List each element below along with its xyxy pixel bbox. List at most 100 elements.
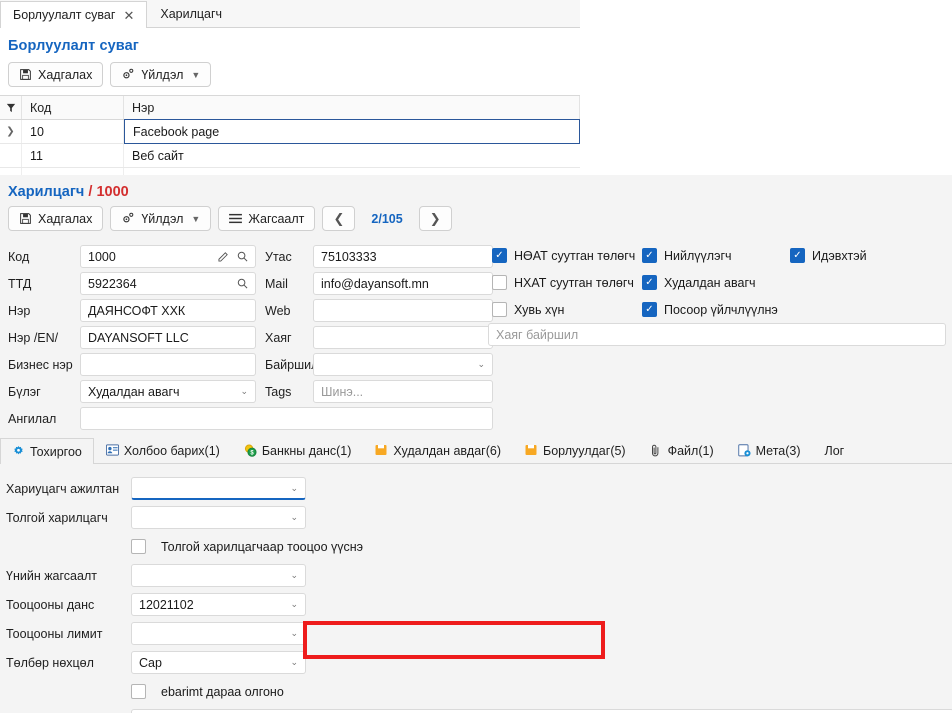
parent-customer-select[interactable]: ⌄ xyxy=(131,506,306,529)
label-responsible-employee: Хариуцагч ажилтан xyxy=(6,481,120,496)
chevron-down-icon: ⌄ xyxy=(290,512,298,522)
checkbox-active[interactable]: Идэвхтэй xyxy=(790,248,867,263)
expand-chevron-icon[interactable]: ❯ xyxy=(0,120,22,143)
label-settlement-account: Тооцооны данс xyxy=(6,597,95,612)
row-payment-term: Төлбөр нөхцөл Cap ⌄ xyxy=(6,648,952,677)
phone-field[interactable]: 75103333 xyxy=(313,245,493,268)
checkbox-label: Нийлүүлэгч xyxy=(664,248,732,263)
save-disk-icon xyxy=(19,212,32,225)
search-icon[interactable] xyxy=(237,278,248,289)
doc-tab-sales-channel[interactable]: Борлуулалт суваг ✕ xyxy=(0,1,148,28)
row-note: Тэмдэглэл Software company xyxy=(6,706,952,713)
checkbox-box[interactable] xyxy=(131,684,146,699)
cell-name: Facebook page xyxy=(124,119,580,144)
responsible-employee-select[interactable]: ⌄ xyxy=(131,477,306,500)
filter-icon[interactable] xyxy=(0,96,22,119)
label-payment-term: Төлбөр нөхцөл xyxy=(6,655,94,670)
cell-code: 11 xyxy=(22,144,124,167)
payment-term-select[interactable]: Cap ⌄ xyxy=(131,651,306,674)
chevron-down-icon: ⌄ xyxy=(290,570,298,580)
group-select[interactable]: Худалдан авагч ⌄ xyxy=(80,380,256,403)
label-name-en: Нэр /EN/ xyxy=(8,330,59,345)
tab-sales[interactable]: Борлуулдаг(5) xyxy=(513,437,638,463)
checkbox-individual[interactable]: Хувь хүн xyxy=(492,302,642,317)
search-icon[interactable] xyxy=(237,251,248,262)
doc-tab-customer[interactable]: Харилцагч xyxy=(147,0,235,27)
checkbox-nhat-payer[interactable]: НХАТ суутган төлөгч xyxy=(492,275,642,290)
list-button[interactable]: Жагсаалт xyxy=(218,206,316,231)
settlement-account-select[interactable]: 12021102 ⌄ xyxy=(131,593,306,616)
name-field[interactable]: ДАЯНСОФТ ХХК xyxy=(80,299,256,322)
list-lines-icon xyxy=(229,213,243,224)
close-icon[interactable]: ✕ xyxy=(123,9,134,22)
checkbox-pos-service[interactable]: Посоор үйлчлүүлнэ xyxy=(642,302,790,317)
orange-box-icon xyxy=(375,444,388,457)
label-web: Web xyxy=(265,303,291,318)
checkbox-box[interactable] xyxy=(492,275,507,290)
registration-number-field[interactable]: 5922364 xyxy=(80,272,256,295)
tags-field[interactable]: Шинэ... xyxy=(313,380,493,403)
table-row[interactable]: 11 Веб сайт xyxy=(0,144,580,168)
paperclip-icon xyxy=(650,444,663,457)
page-title: Харилцагч / 1000 xyxy=(8,184,944,200)
edit-pencil-icon[interactable] xyxy=(218,251,229,262)
tab-label: Холбоо барих(1) xyxy=(123,443,220,458)
checkbox-box[interactable] xyxy=(492,302,507,317)
location-select[interactable]: ⌄ xyxy=(313,353,493,376)
label-location: Байршил xyxy=(265,357,319,372)
checkbox-box[interactable] xyxy=(642,275,657,290)
tab-label: Файл(1) xyxy=(667,443,714,458)
label-phone: Утас xyxy=(265,249,292,264)
label-registration-number: ТТД xyxy=(8,276,32,291)
checkbox-label: НХАТ суутган төлөгч xyxy=(514,275,634,290)
tab-label: Мета(3) xyxy=(755,443,801,458)
checkbox-box[interactable] xyxy=(131,539,146,554)
tab-contacts[interactable]: Холбоо барих(1) xyxy=(94,437,232,463)
tab-meta[interactable]: Мета(3) xyxy=(726,437,813,463)
tab-settings[interactable]: Тохиргоо xyxy=(0,438,94,464)
checkbox-vat-payer[interactable]: НӨАТ суутган төлөгч xyxy=(492,248,642,263)
tab-files[interactable]: Файл(1) xyxy=(638,437,726,463)
category-field[interactable] xyxy=(80,407,493,430)
gear-icon xyxy=(121,212,135,225)
name-en-field[interactable]: DAYANSOFT LLC xyxy=(80,326,256,349)
checkbox-box[interactable] xyxy=(790,248,805,263)
tab-label: Худалдан авдаг(6) xyxy=(393,443,502,458)
address-location-input[interactable]: Хаяг байршил xyxy=(488,323,946,346)
action-button[interactable]: Үйлдэл ▼ xyxy=(110,206,212,231)
doc-tab-label: Харилцагч xyxy=(160,7,223,21)
note-field[interactable]: Software company xyxy=(131,709,952,713)
table-row[interactable]: ❯ 10 Facebook page xyxy=(0,119,580,144)
tab-bank-accounts[interactable]: $ Банкны данс(1) xyxy=(232,437,364,463)
address-field[interactable] xyxy=(313,326,493,349)
save-disk-icon xyxy=(19,68,32,81)
grid-column-header-code[interactable]: Код xyxy=(22,96,124,119)
next-record-button[interactable]: ❯ xyxy=(418,206,452,231)
save-button[interactable]: Хадгалах xyxy=(8,62,104,87)
prev-record-button[interactable]: ❮ xyxy=(322,206,356,231)
document-tab-bar: Борлуулалт суваг ✕ Харилцагч xyxy=(0,0,580,28)
settlement-limit-select[interactable]: ⌄ xyxy=(131,622,306,645)
checkbox-supplier[interactable]: Нийлүүлэгч xyxy=(642,248,790,263)
checkbox-ebarimt-later[interactable]: ebarimt дараа олгоно xyxy=(6,677,952,706)
price-list-select[interactable]: ⌄ xyxy=(131,564,306,587)
checkbox-box[interactable] xyxy=(642,302,657,317)
code-field[interactable]: 1000 xyxy=(80,245,256,268)
chevron-down-icon: ⌄ xyxy=(290,657,298,667)
tab-purchases[interactable]: Худалдан авдаг(6) xyxy=(363,437,513,463)
checkbox-label: НӨАТ суутган төлөгч xyxy=(514,248,636,263)
business-name-field[interactable] xyxy=(80,353,256,376)
tab-label: Тохиргоо xyxy=(30,444,82,459)
grid-column-header-name[interactable]: Нэр xyxy=(124,96,580,119)
checkbox-box[interactable] xyxy=(642,248,657,263)
save-button[interactable]: Хадгалах xyxy=(8,206,104,231)
mail-field[interactable]: info@dayansoft.mn xyxy=(313,272,493,295)
checkbox-buyer[interactable]: Худалдан авагч xyxy=(642,275,790,290)
label-tags: Tags xyxy=(265,384,292,399)
checkbox-box[interactable] xyxy=(492,248,507,263)
checkbox-parent-customer-settlement[interactable]: Толгой харилцагчаар тооцоо үүснэ xyxy=(6,532,952,561)
tab-log[interactable]: Лог xyxy=(813,437,857,463)
chevron-down-icon: ⌄ xyxy=(290,599,298,609)
web-field[interactable] xyxy=(313,299,493,322)
action-button[interactable]: Үйлдэл ▼ xyxy=(110,62,212,87)
